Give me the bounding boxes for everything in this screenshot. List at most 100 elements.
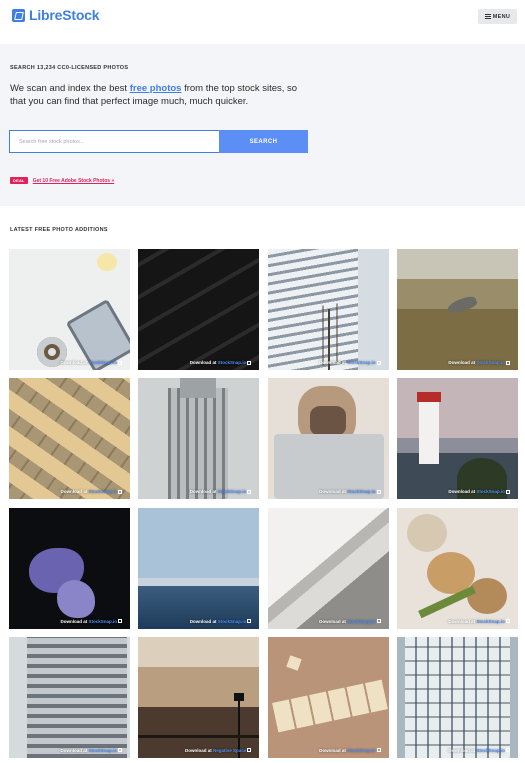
- caption-source-link[interactable]: StockSnap.io: [476, 748, 505, 753]
- caption-source-link[interactable]: StockSnap.io: [218, 489, 247, 494]
- download-caption[interactable]: Download at StockSnap.io: [319, 360, 381, 365]
- deal-row: DEAL Get 10 Free Adobe Stock Photos »: [10, 177, 114, 184]
- photo-tile[interactable]: Download at StockSnap.io: [9, 249, 130, 370]
- photo-tile[interactable]: Download at StockSnap.io: [138, 507, 260, 629]
- download-caption[interactable]: Download at StockSnap.io: [60, 360, 122, 365]
- download-caption[interactable]: Download at StockSnap.io: [319, 748, 381, 753]
- external-link-icon: [505, 360, 510, 365]
- download-caption[interactable]: Download at StockSnap.io: [60, 619, 122, 624]
- photo-image: [9, 378, 130, 500]
- deal-badge: DEAL: [10, 177, 28, 184]
- caption-source-link[interactable]: StockSnap.io: [476, 360, 505, 365]
- site-header: LibreStock MENU: [0, 0, 525, 44]
- caption-prefix: Download at: [60, 489, 89, 495]
- download-caption[interactable]: Download at StockSnap.io: [190, 619, 252, 624]
- external-link-icon: [118, 619, 122, 624]
- photo-tile[interactable]: Download at StockSnap.io: [267, 636, 389, 758]
- photo-image: [267, 249, 389, 370]
- external-link-icon: [376, 748, 381, 753]
- caption-source-link[interactable]: StockSnap.io: [88, 619, 117, 624]
- external-link-icon: [505, 748, 510, 753]
- photo-tile[interactable]: Download at Negative Space: [138, 636, 260, 758]
- photo-image: [396, 507, 518, 629]
- external-link-icon: [376, 619, 381, 624]
- photo-image: [396, 378, 518, 500]
- photo-tile[interactable]: Download at StockSnap.io: [267, 249, 389, 370]
- download-caption[interactable]: Download at StockSnap.io: [448, 748, 510, 753]
- caption-prefix: Download at: [448, 489, 477, 495]
- caption-prefix: Download at: [319, 747, 348, 753]
- photo-image: [138, 507, 260, 629]
- caption-prefix: Download at: [189, 618, 218, 624]
- caption-source-link[interactable]: StockSnap.io: [347, 360, 376, 365]
- download-caption[interactable]: Download at StockSnap.io: [190, 489, 252, 494]
- caption-source-link[interactable]: StockSnap.io: [88, 748, 117, 753]
- download-caption[interactable]: Download at StockSnap.io: [60, 748, 122, 753]
- download-caption[interactable]: Download at StockSnap.io: [448, 619, 510, 624]
- caption-prefix: Download at: [319, 360, 348, 365]
- external-link-icon: [118, 748, 122, 753]
- caption-source-link[interactable]: StockSnap.io: [476, 489, 505, 494]
- photo-tile[interactable]: Download at StockSnap.io: [396, 249, 518, 370]
- hamburger-icon: [484, 14, 491, 19]
- photo-image: [9, 249, 130, 370]
- photo-image: [267, 378, 389, 500]
- photo-tile[interactable]: Download at StockSnap.io: [396, 636, 518, 758]
- external-link-icon: [247, 619, 252, 624]
- section-title: LATEST FREE PHOTO ADDITIONS: [10, 227, 108, 233]
- caption-source-link[interactable]: StockSnap.io: [218, 619, 247, 624]
- download-caption[interactable]: Download at StockSnap.io: [60, 489, 122, 494]
- search-button[interactable]: SEARCH: [219, 130, 308, 153]
- caption-prefix: Download at: [448, 618, 477, 624]
- caption-prefix: Download at: [319, 489, 348, 495]
- logo-icon: [12, 8, 25, 22]
- photo-tile[interactable]: Download at StockSnap.io: [9, 636, 130, 758]
- caption-prefix: Download at: [448, 360, 477, 365]
- photo-tile[interactable]: Download at StockSnap.io: [138, 378, 260, 500]
- caption-source-link[interactable]: StockSnap.io: [347, 489, 376, 494]
- external-link-icon: [247, 489, 252, 494]
- site-logo[interactable]: LibreStock: [12, 7, 100, 23]
- photo-image: [9, 507, 130, 629]
- photo-image: [138, 249, 260, 370]
- search-input[interactable]: [9, 130, 219, 153]
- caption-prefix: Download at: [60, 747, 89, 753]
- caption-source-link[interactable]: StockSnap.io: [88, 360, 117, 365]
- menu-button[interactable]: MENU: [478, 9, 517, 24]
- caption-prefix: Download at: [189, 489, 218, 495]
- caption-source-link[interactable]: StockSnap.io: [347, 748, 376, 753]
- caption-prefix: Download at: [60, 618, 89, 624]
- external-link-icon: [505, 619, 510, 624]
- menu-label: MENU: [492, 13, 511, 20]
- photo-image: [9, 636, 130, 758]
- photo-tile[interactable]: Download at StockSnap.io: [138, 249, 260, 370]
- photo-tile[interactable]: Download at StockSnap.io: [9, 378, 130, 500]
- photo-tile[interactable]: Download at StockSnap.io: [267, 378, 389, 500]
- hero-section: SEARCH 13,234 CC0-LICENSED PHOTOS We sca…: [0, 44, 525, 206]
- download-caption[interactable]: Download at Negative Space: [185, 747, 252, 753]
- download-caption[interactable]: Download at StockSnap.io: [448, 360, 510, 365]
- download-caption[interactable]: Download at StockSnap.io: [319, 489, 381, 494]
- photo-tile[interactable]: Download at StockSnap.io: [267, 507, 389, 629]
- photo-tile[interactable]: Download at StockSnap.io: [396, 378, 518, 500]
- caption-prefix: Download at: [448, 747, 477, 753]
- download-caption[interactable]: Download at StockSnap.io: [448, 489, 510, 494]
- external-link-icon: [505, 489, 510, 494]
- caption-source-link[interactable]: StockSnap.io: [347, 619, 376, 624]
- photo-tile[interactable]: Download at StockSnap.io: [9, 507, 130, 629]
- caption-prefix: Download at: [185, 747, 214, 753]
- caption-prefix: Download at: [189, 360, 218, 365]
- external-link-icon: [247, 748, 252, 753]
- download-caption[interactable]: Download at StockSnap.io: [190, 360, 252, 365]
- photo-tile[interactable]: Download at StockSnap.io: [396, 507, 518, 629]
- caption-source-link[interactable]: StockSnap.io: [218, 360, 247, 365]
- free-photos-link[interactable]: free photos: [130, 83, 182, 94]
- logo-text: LibreStock: [29, 7, 100, 23]
- download-caption[interactable]: Download at StockSnap.io: [319, 619, 381, 624]
- caption-source-link[interactable]: StockSnap.io: [476, 619, 505, 624]
- caption-source-link[interactable]: StockSnap.io: [88, 489, 117, 494]
- search-count-label: SEARCH 13,234 CC0-LICENSED PHOTOS: [10, 65, 129, 71]
- deal-link[interactable]: Get 10 Free Adobe Stock Photos »: [33, 178, 115, 184]
- external-link-icon: [118, 489, 122, 494]
- caption-source-link[interactable]: Negative Space: [213, 748, 246, 753]
